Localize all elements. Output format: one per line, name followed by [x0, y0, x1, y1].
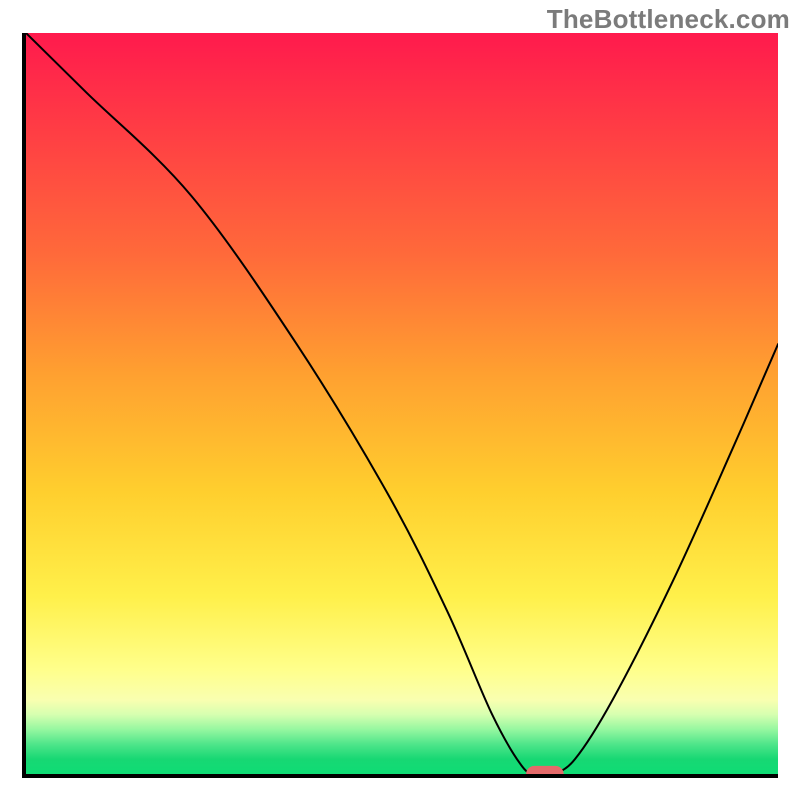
- plot-area: [22, 33, 778, 778]
- marker-layer: [26, 33, 778, 774]
- optimal-marker: [526, 766, 564, 778]
- watermark-label: TheBottleneck.com: [547, 4, 790, 35]
- chart-frame: TheBottleneck.com: [0, 0, 800, 800]
